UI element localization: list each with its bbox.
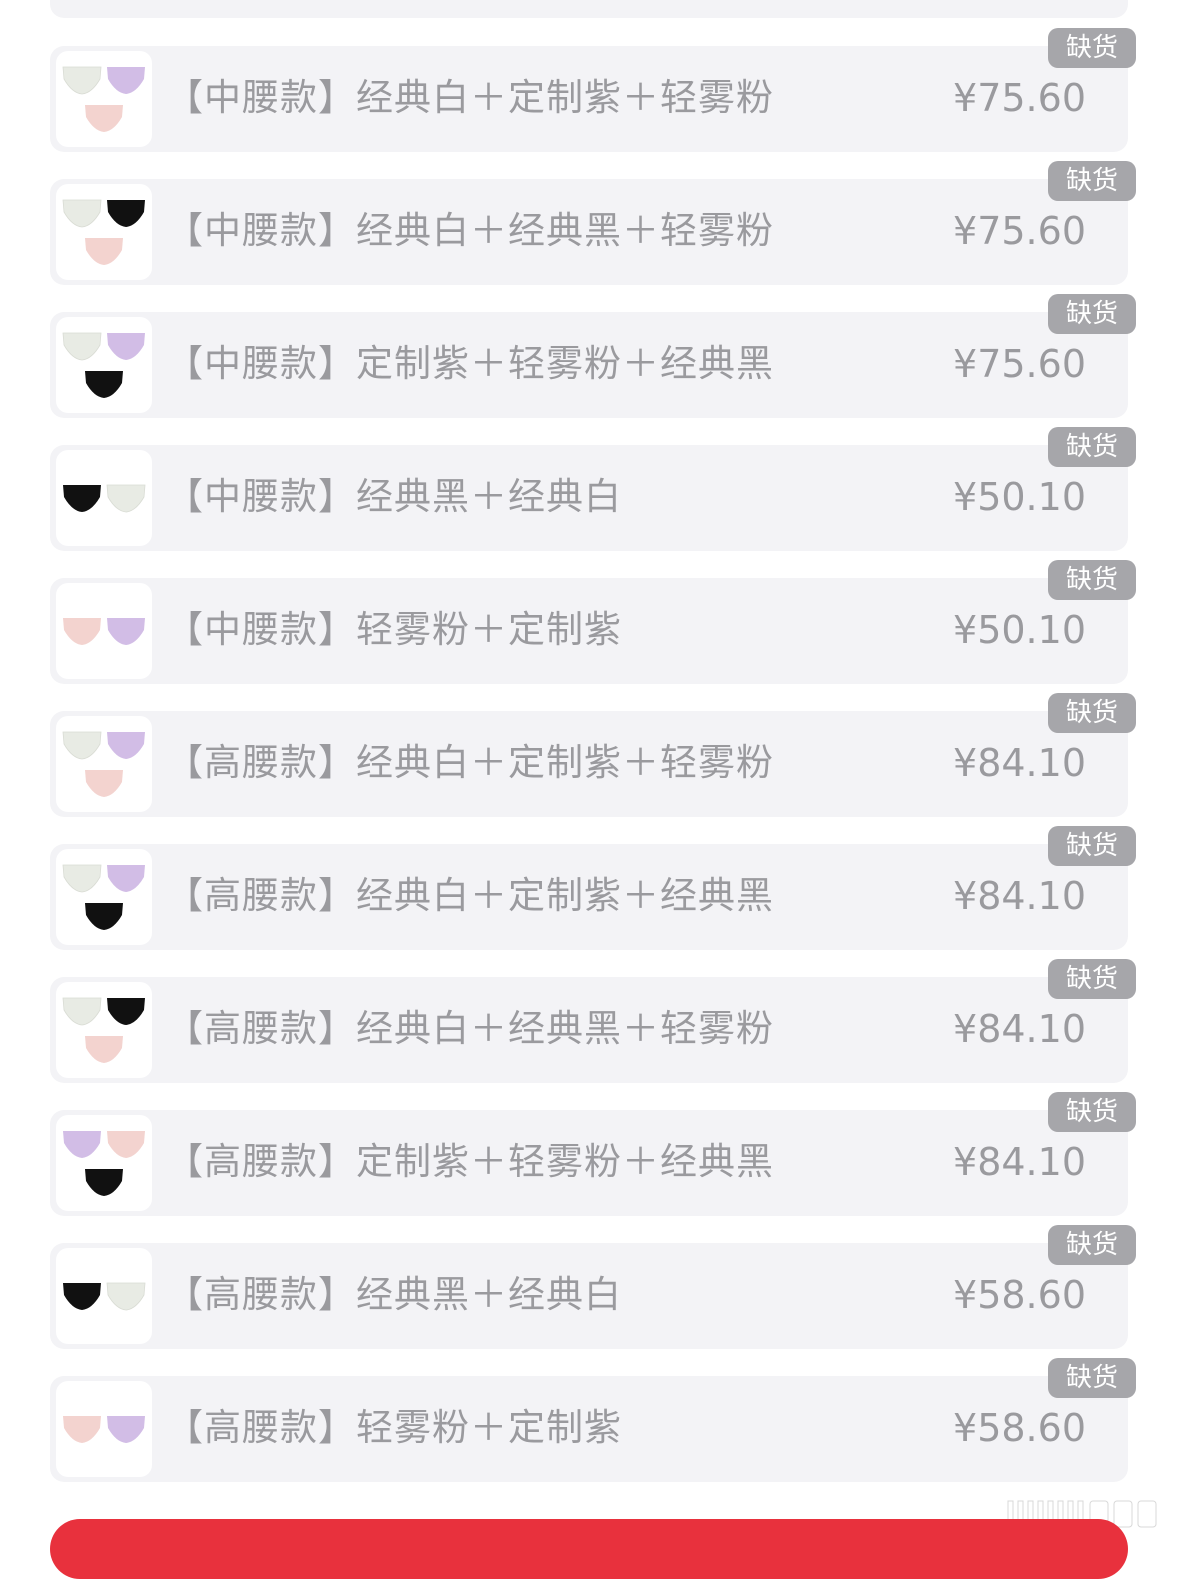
sku-option[interactable]: 【高腰款】经典白＋经典黑＋轻雾粉 ¥84.10 缺货 xyxy=(50,959,1136,1083)
option-name: 【高腰款】经典白＋定制紫＋轻雾粉 xyxy=(166,741,774,784)
out-of-stock-badge: 缺货 xyxy=(1048,959,1136,999)
white-brief-icon xyxy=(62,332,102,361)
option-name: 【中腰款】经典黑＋经典白 xyxy=(166,475,622,518)
sku-option[interactable]: 【高腰款】经典黑＋经典白 ¥58.60 缺货 xyxy=(50,1225,1136,1349)
purple-brief-icon xyxy=(107,333,145,360)
option-name: 【高腰款】轻雾粉＋定制紫 xyxy=(166,1406,622,1449)
sku-option[interactable]: 【高腰款】轻雾粉＋定制紫 ¥58.60 缺货 xyxy=(50,1358,1136,1482)
purple-brief-icon xyxy=(107,732,145,759)
sku-option[interactable]: 【中腰款】轻雾粉＋定制紫 ¥50.10 缺货 xyxy=(50,560,1136,684)
option-price: ¥58.60 xyxy=(953,1273,1086,1317)
pink-brief-icon xyxy=(85,105,123,132)
option-price: ¥84.10 xyxy=(953,1007,1086,1051)
out-of-stock-badge: 缺货 xyxy=(1048,1225,1136,1265)
sku-option[interactable]: 【中腰款】经典白＋经典黑＋轻雾粉 ¥75.60 缺货 xyxy=(50,161,1136,285)
white-brief-icon xyxy=(106,1282,146,1311)
sku-option[interactable]: 【高腰款】经典白＋定制紫＋经典黑 ¥84.10 缺货 xyxy=(50,826,1136,950)
black-brief-icon xyxy=(85,371,123,398)
white-brief-icon xyxy=(62,864,102,893)
sku-option[interactable]: 【高腰款】定制紫＋轻雾粉＋经典黑 ¥84.10 缺货 xyxy=(50,1092,1136,1216)
out-of-stock-badge: 缺货 xyxy=(1048,294,1136,334)
option-price: ¥58.60 xyxy=(953,1406,1086,1450)
pink-brief-icon xyxy=(107,1131,145,1158)
option-name: 【高腰款】定制紫＋轻雾粉＋经典黑 xyxy=(166,1140,774,1183)
option-price: ¥50.10 xyxy=(953,475,1086,519)
out-of-stock-badge: 缺货 xyxy=(1048,161,1136,201)
option-name: 【中腰款】轻雾粉＋定制紫 xyxy=(166,608,622,651)
option-price: ¥84.10 xyxy=(953,741,1086,785)
out-of-stock-badge: 缺货 xyxy=(1048,427,1136,467)
option-price: ¥75.60 xyxy=(953,342,1086,386)
option-name: 【高腰款】经典白＋定制紫＋经典黑 xyxy=(166,874,774,917)
buy-now-button[interactable] xyxy=(50,1519,1128,1579)
out-of-stock-badge: 缺货 xyxy=(1048,560,1136,600)
pink-brief-icon xyxy=(63,1416,101,1443)
product-thumbnail xyxy=(56,1248,152,1344)
product-thumbnail xyxy=(56,716,152,812)
sku-option[interactable]: 【高腰款】经典白＋定制紫＋轻雾粉 ¥84.10 缺货 xyxy=(50,693,1136,817)
product-thumbnail xyxy=(56,849,152,945)
black-brief-icon xyxy=(63,1283,101,1310)
out-of-stock-badge: 缺货 xyxy=(1048,1358,1136,1398)
option-price: ¥84.10 xyxy=(953,1140,1086,1184)
sku-option[interactable]: 【中腰款】定制紫＋轻雾粉＋经典黑 ¥75.60 缺货 xyxy=(50,294,1136,418)
pink-brief-icon xyxy=(85,1036,123,1063)
product-thumbnail xyxy=(56,450,152,546)
white-brief-icon xyxy=(62,199,102,228)
option-price: ¥75.60 xyxy=(953,76,1086,120)
option-name: 【高腰款】经典黑＋经典白 xyxy=(166,1273,622,1316)
purple-brief-icon xyxy=(107,865,145,892)
option-name: 【中腰款】定制紫＋轻雾粉＋经典黑 xyxy=(166,342,774,385)
purple-brief-icon xyxy=(107,1416,145,1443)
sku-option[interactable]: 【中腰款】经典黑＋经典白 ¥50.10 缺货 xyxy=(50,427,1136,551)
pink-brief-icon xyxy=(85,238,123,265)
purple-brief-icon xyxy=(63,1131,101,1158)
white-brief-icon xyxy=(106,484,146,513)
black-brief-icon xyxy=(63,485,101,512)
purple-brief-icon xyxy=(107,67,145,94)
black-brief-icon xyxy=(85,903,123,930)
out-of-stock-badge: 缺货 xyxy=(1048,693,1136,733)
sku-option-list: 【中腰款】经典白＋定制紫＋轻雾粉 ¥75.60 缺货 【中腰款】经典白＋经典黑＋轻雾粉… xyxy=(0,0,1179,1540)
option-price: ¥75.60 xyxy=(953,209,1086,253)
black-brief-icon xyxy=(107,998,145,1025)
option-name: 【中腰款】经典白＋经典黑＋轻雾粉 xyxy=(166,209,774,252)
option-price: ¥84.10 xyxy=(953,874,1086,918)
product-thumbnail xyxy=(56,982,152,1078)
product-thumbnail xyxy=(56,1115,152,1211)
option-price: ¥50.10 xyxy=(953,608,1086,652)
product-thumbnail xyxy=(56,583,152,679)
out-of-stock-badge: 缺货 xyxy=(1048,826,1136,866)
out-of-stock-badge: 缺货 xyxy=(1048,28,1136,68)
product-thumbnail xyxy=(56,1381,152,1477)
product-thumbnail xyxy=(56,184,152,280)
option-name: 【高腰款】经典白＋经典黑＋轻雾粉 xyxy=(166,1007,774,1050)
purple-brief-icon xyxy=(107,618,145,645)
white-brief-icon xyxy=(62,997,102,1026)
sku-option[interactable]: 【中腰款】经典白＋定制紫＋轻雾粉 ¥75.60 缺货 xyxy=(50,28,1136,152)
pink-brief-icon xyxy=(63,618,101,645)
option-name: 【中腰款】经典白＋定制紫＋轻雾粉 xyxy=(166,76,774,119)
black-brief-icon xyxy=(107,200,145,227)
product-thumbnail xyxy=(56,51,152,147)
pink-brief-icon xyxy=(85,770,123,797)
out-of-stock-badge: 缺货 xyxy=(1048,1092,1136,1132)
white-brief-icon xyxy=(62,731,102,760)
product-thumbnail xyxy=(56,317,152,413)
white-brief-icon xyxy=(62,66,102,95)
sku-option-partial[interactable] xyxy=(50,0,1128,18)
black-brief-icon xyxy=(85,1169,123,1196)
